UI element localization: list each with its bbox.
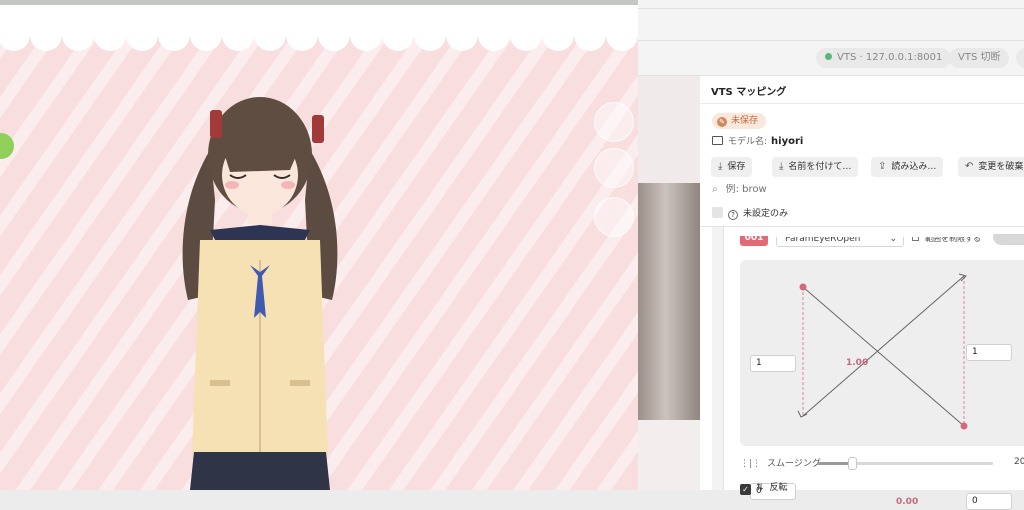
save-as-icon: ⤓ xyxy=(779,161,784,172)
mapping-line-ascending xyxy=(802,275,965,417)
input-handle-top[interactable] xyxy=(799,283,807,291)
list-scroll-rail[interactable] xyxy=(712,227,724,490)
model-name-value: hiyori xyxy=(771,136,804,147)
unset-only-filter[interactable]: ? 未設定のみ xyxy=(712,206,788,220)
header-divider xyxy=(638,8,1024,9)
header-extra-chip[interactable] xyxy=(1016,48,1024,68)
smoothing-icon: ⋮|⋮ xyxy=(740,459,762,469)
discard-label: 変更を破棄 xyxy=(978,162,1024,172)
edit-icon: ✎ xyxy=(717,117,727,127)
invert-option[interactable]: ✓ ⇅ 反転 xyxy=(740,480,788,495)
header-divider xyxy=(638,40,1024,41)
save-button[interactable]: ⤓ 保存 xyxy=(711,157,753,177)
scalloped-header-decoration xyxy=(0,5,638,51)
side-bubble-1 xyxy=(594,102,634,142)
swap-vertical-icon: ⇅ xyxy=(756,483,764,493)
mapping-enable-toggle[interactable] xyxy=(993,234,1024,245)
undo-icon: ↶ xyxy=(965,161,974,172)
disconnect-label: VTS 切断 xyxy=(958,52,1001,63)
search-row: ⌕ xyxy=(712,184,926,195)
model-name-label: モデル名: xyxy=(728,137,768,147)
panel-title: VTS マッピング xyxy=(711,87,787,98)
unset-only-checkbox[interactable] xyxy=(712,207,723,218)
vts-mapping-panel: VTS マッピング ✎ 未保存 モデル名: hiyori ⤓ 保存 ⤓ 名前を付けて… … xyxy=(700,76,1024,510)
disconnect-button[interactable]: VTS 切断 xyxy=(949,48,1010,68)
panel-title-divider xyxy=(700,103,1024,104)
unsaved-badge: ✎ 未保存 xyxy=(712,113,767,129)
unsaved-label: 未保存 xyxy=(731,116,759,126)
background-photo xyxy=(638,183,700,420)
connection-status-text: VTS · 127.0.0.1:8001 xyxy=(837,52,943,63)
smoothing-label: スムージング xyxy=(767,459,821,469)
avatar-preview-window xyxy=(0,0,638,490)
limit-range-option[interactable]: 範囲を制限する xyxy=(912,234,981,244)
parameter-select-value: ParamEyeROpen xyxy=(785,234,861,244)
save-as-button[interactable]: ⤓ 名前を付けて… xyxy=(772,157,859,177)
connected-dot-icon xyxy=(825,53,832,60)
smoothing-value: 20 xyxy=(1014,457,1024,467)
app-header: VTS · 127.0.0.1:8001 VTS 切断 xyxy=(638,0,1024,76)
side-bubble-2 xyxy=(594,148,634,188)
parameter-select[interactable]: ParamEyeROpen ⌄ xyxy=(776,234,904,247)
model-name-row: モデル名: hiyori xyxy=(712,134,803,150)
avatar-character xyxy=(182,97,338,490)
load-button[interactable]: ⇪ 読み込み… xyxy=(871,157,944,177)
upload-icon: ⇪ xyxy=(878,161,887,172)
smoothing-slider-fill xyxy=(817,462,852,465)
background-window-footer xyxy=(638,420,700,490)
current-bottom-value: 0.00 xyxy=(896,497,919,507)
side-bubble-3 xyxy=(594,197,634,237)
smoothing-slider-thumb[interactable] xyxy=(848,457,857,470)
save-icon: ⤓ xyxy=(718,161,723,172)
output-handle-bottom[interactable] xyxy=(960,422,968,430)
invert-label: 反転 xyxy=(769,483,788,493)
search-input[interactable] xyxy=(725,184,926,195)
limit-range-checkbox[interactable] xyxy=(912,237,919,241)
search-icon: ⌕ xyxy=(712,184,718,195)
unset-only-label: 未設定のみ xyxy=(743,209,789,219)
mapping-line-descending xyxy=(802,286,965,427)
load-label: 読み込み… xyxy=(891,162,937,172)
save-label: 保存 xyxy=(727,162,746,172)
current-top-value: 1.00 xyxy=(846,358,869,368)
list-divider xyxy=(700,226,1024,227)
discard-changes-button[interactable]: ↶ 変更を破棄 xyxy=(958,157,1024,177)
connection-status-chip[interactable]: VTS · 127.0.0.1:8001 xyxy=(816,48,952,68)
mapping-graph[interactable]: 1 0 1 0 1.00 0.00 xyxy=(740,260,1024,510)
smoothing-row: ⋮|⋮ スムージング 20 xyxy=(740,456,1024,470)
input-max-field[interactable]: 1 xyxy=(750,355,796,372)
limit-range-label: 範囲を制限する xyxy=(925,234,981,243)
save-as-label: 名前を付けて… xyxy=(788,162,852,172)
output-min-field[interactable]: 0 xyxy=(966,493,1012,510)
mapping-index-badge: 001 xyxy=(740,236,768,246)
user-card-icon xyxy=(712,136,723,145)
chevron-down-icon: ⌄ xyxy=(889,234,897,244)
smoothing-slider[interactable] xyxy=(817,457,993,470)
output-max-field[interactable]: 1 xyxy=(966,344,1012,361)
question-icon[interactable]: ? xyxy=(728,210,738,220)
